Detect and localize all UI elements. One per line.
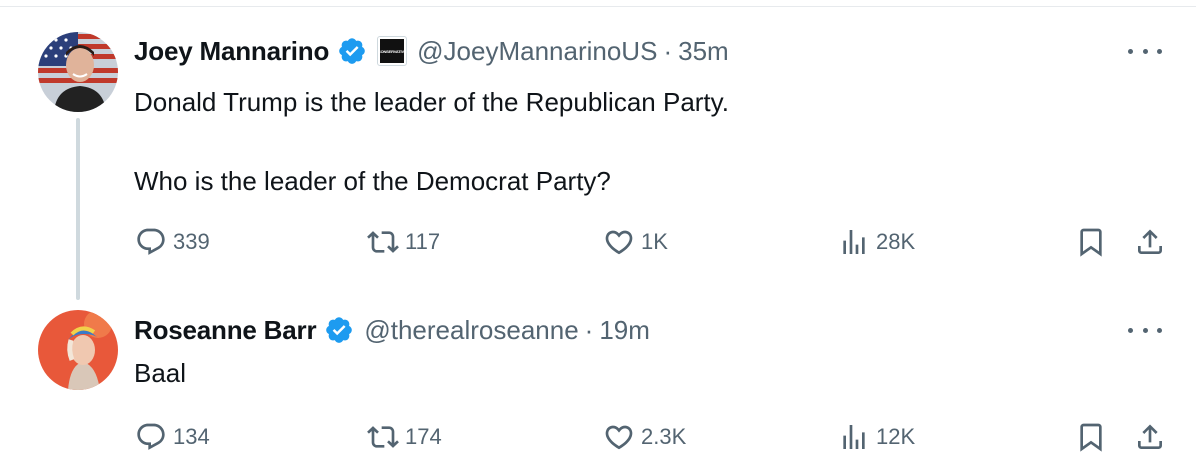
reply-count: 339	[173, 229, 210, 254]
author-handle[interactable]: @JoeyMannarinoUS	[417, 36, 657, 67]
like-count: 1K	[641, 229, 668, 254]
reply-button[interactable]: 134	[135, 417, 210, 457]
thread-connector-line	[76, 118, 80, 300]
tweet-header: Joey Mannarino CONSERVATIVE @JoeyMannari…	[134, 33, 729, 69]
views-button[interactable]: 12K	[838, 417, 915, 457]
like-button[interactable]: 1K	[603, 222, 668, 262]
repost-button[interactable]: 117	[367, 222, 440, 262]
separator-dot: ·	[584, 314, 594, 345]
share-icon	[1138, 424, 1162, 449]
author-name[interactable]: Joey Mannarino	[134, 36, 329, 67]
like-count: 2.3K	[641, 424, 687, 449]
reply-button[interactable]: 339	[135, 222, 210, 262]
tweet-joey-mannarino[interactable]: Joey Mannarino CONSERVATIVE @JoeyMannari…	[0, 0, 1196, 300]
reply-icon	[137, 423, 165, 450]
author-name[interactable]: Roseanne Barr	[134, 315, 317, 346]
affiliation-badge-label: CONSERVATIVE	[378, 39, 407, 63]
share-button[interactable]	[1134, 222, 1166, 262]
timestamp[interactable]: 35m	[678, 36, 729, 67]
avatar[interactable]	[38, 310, 118, 390]
views-count: 28K	[876, 229, 916, 254]
action-bar: 134 174 2.3K 12K	[0, 417, 1196, 457]
author-handle[interactable]: @therealroseanne	[364, 315, 578, 346]
tweet-roseanne-barr[interactable]: Roseanne Barr @therealroseanne · 19m Baa…	[0, 300, 1196, 474]
more-icon[interactable]	[1128, 46, 1162, 56]
tweet-text: Baal	[134, 358, 187, 388]
views-icon	[843, 425, 865, 449]
avatar[interactable]	[38, 32, 118, 112]
more-icon[interactable]	[1128, 325, 1162, 335]
affiliation-badge[interactable]: CONSERVATIVE	[377, 36, 408, 66]
views-icon	[843, 230, 865, 254]
tweet-header: Roseanne Barr @therealroseanne · 19m	[134, 312, 650, 348]
repost-button[interactable]: 174	[367, 417, 442, 457]
like-button[interactable]: 2.3K	[603, 417, 686, 457]
tweet-text-line-2: Who is the leader of the Democrat Party?	[134, 166, 611, 196]
like-icon	[605, 230, 633, 255]
verified-badge-icon[interactable]	[324, 315, 354, 345]
reply-count: 134	[173, 424, 210, 449]
repost-count: 174	[405, 424, 442, 449]
views-button[interactable]: 28K	[838, 222, 915, 262]
repost-icon	[367, 231, 399, 253]
share-icon	[1138, 229, 1162, 254]
bookmark-button[interactable]	[1075, 417, 1107, 457]
tweet-text-line-1: Donald Trump is the leader of the Republ…	[134, 87, 729, 117]
action-bar: 339 117 1K 28K	[0, 222, 1196, 262]
bookmark-icon	[1080, 423, 1102, 452]
repost-icon	[367, 426, 399, 448]
views-count: 12K	[876, 424, 916, 449]
bookmark-button[interactable]	[1075, 222, 1107, 262]
repost-count: 117	[405, 229, 441, 254]
timestamp[interactable]: 19m	[599, 315, 650, 346]
separator-dot: ·	[663, 35, 673, 66]
verified-badge-icon[interactable]	[337, 36, 367, 66]
reply-icon	[137, 228, 165, 255]
share-button[interactable]	[1134, 417, 1166, 457]
bookmark-icon	[1080, 228, 1102, 257]
like-icon	[605, 425, 633, 450]
